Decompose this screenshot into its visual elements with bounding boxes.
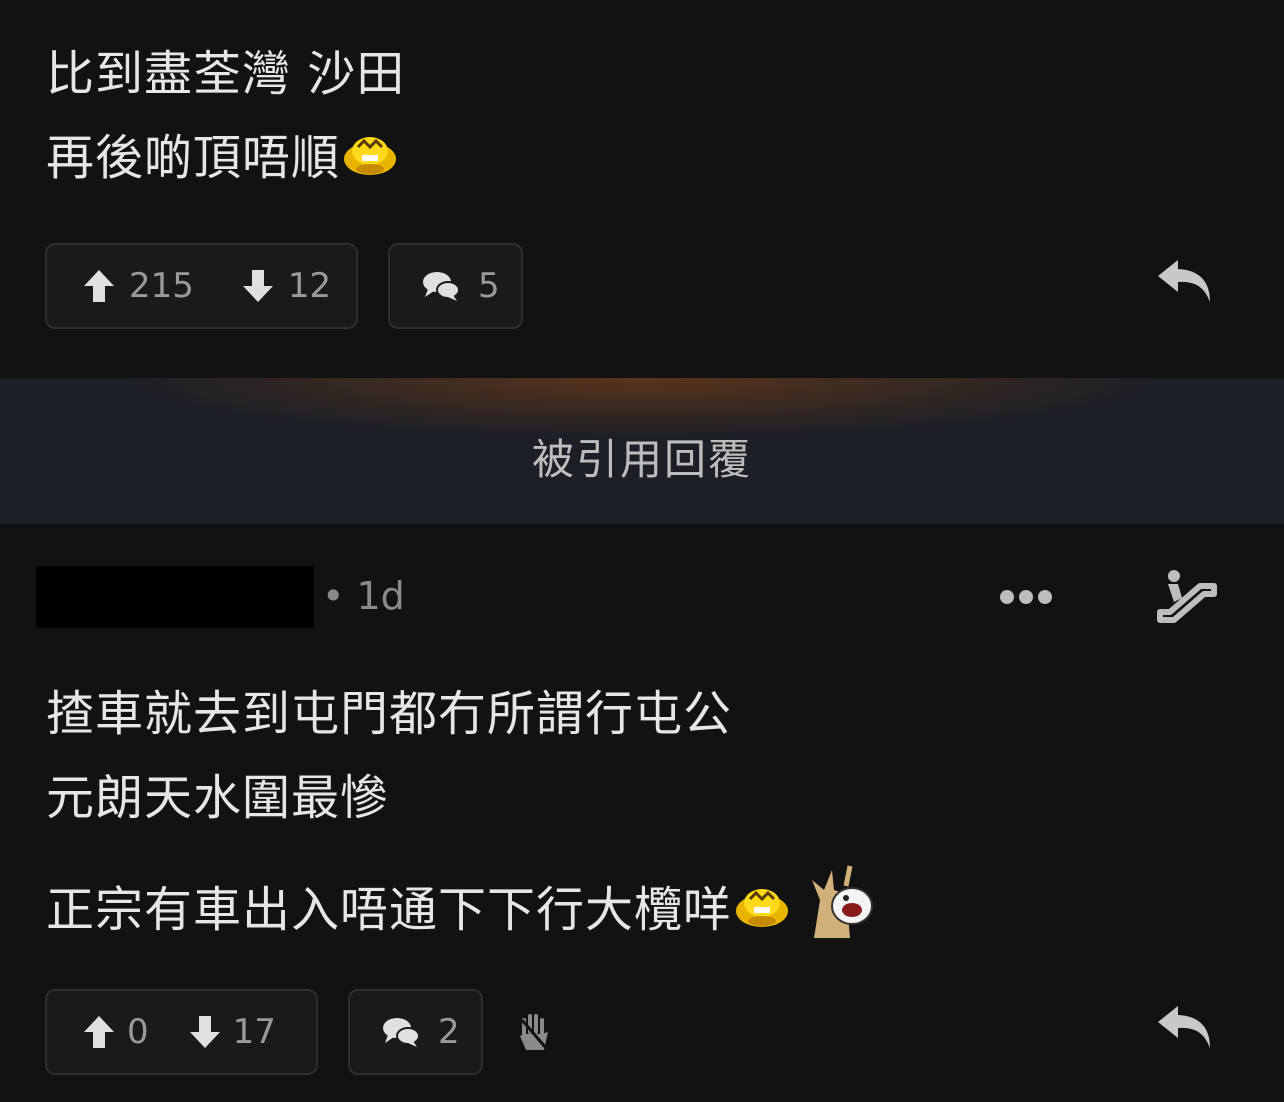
post-2-line-3: 正宗有車出入唔通下下行大欖咩 [46,860,876,966]
quoted-replies-divider[interactable]: 被引用回覆 [0,378,1284,524]
post-1-line-2: 再後啲頂唔順 [46,116,400,203]
downvote-count: 12 [287,266,332,306]
post-2-line-2: 元朗天水圍最慘 [46,770,390,826]
reply-arrow-icon[interactable] [1156,256,1214,308]
quoted-replies-label: 被引用回覆 [531,435,752,484]
arrow-down-icon [189,1015,221,1049]
post-2-line-1: 揸車就去到屯門都冇所謂行屯公 [46,686,733,742]
downvote-button[interactable]: 17 [189,1012,276,1052]
upvote-count: 215 [129,266,194,306]
speech-bubbles-icon [382,1016,420,1048]
shouting-character-emoji-icon [806,860,876,966]
post-1-line-1: 比到盡荃灣 沙田 [46,46,406,102]
arrow-up-icon [83,1015,115,1049]
vote-box: 0 17 [45,989,318,1075]
comments-count: 5 [478,266,500,306]
post-2-line-3-text: 正宗有車出入唔通下下行大欖咩 [46,882,733,938]
speech-bubbles-icon [422,270,460,302]
upvote-button[interactable]: 215 [83,266,194,306]
arrow-up-icon [83,269,115,303]
downvote-button[interactable]: 12 [242,266,331,306]
escalator-icon[interactable] [1156,568,1218,628]
comments-button[interactable]: 2 [348,989,483,1075]
post-1-line-2-text: 再後啲頂唔順 [46,130,341,186]
more-dots-icon[interactable] [998,588,1054,610]
redacted-username [36,566,314,628]
smiley-emoji-icon [732,871,792,955]
comments-button[interactable]: 5 [388,243,523,329]
reply-arrow-icon[interactable] [1156,1002,1214,1054]
raised-hand-icon[interactable] [516,1012,554,1058]
vote-box: 215 12 [45,243,358,329]
upvote-button[interactable]: 0 [83,1012,149,1052]
post-timestamp: • 1d [322,574,405,618]
smiley-emoji-icon [340,119,400,203]
upvote-count: 0 [127,1012,149,1052]
arrow-down-icon [242,269,274,303]
downvote-count: 17 [232,1012,276,1052]
comments-count: 2 [438,1012,460,1052]
